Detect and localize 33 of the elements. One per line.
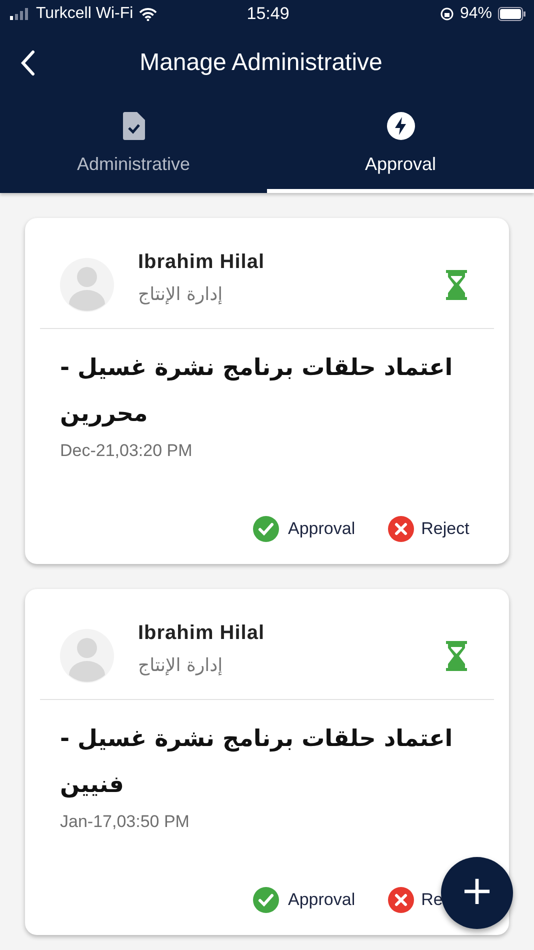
request-title: اعتماد حلقات برنامج نشرة غسيل - فنيين bbox=[59, 725, 454, 800]
request-title: اعتماد حلقات برنامج نشرة غسيل - محررين bbox=[59, 354, 454, 429]
screen-title: Manage Administrative bbox=[138, 49, 384, 77]
requester-name: Ibrahim Hilal bbox=[138, 622, 266, 645]
check-icon bbox=[253, 887, 279, 913]
rotation-lock-icon bbox=[440, 7, 454, 21]
close-icon bbox=[388, 516, 414, 542]
request-date: Dec-21,03:20 PM bbox=[59, 440, 194, 461]
reject-button[interactable]: Re bbox=[388, 887, 443, 913]
avatar-icon bbox=[60, 258, 114, 312]
avatar-icon bbox=[60, 629, 114, 683]
clock-time: 15:49 bbox=[246, 4, 290, 24]
hourglass-icon bbox=[446, 270, 467, 300]
check-icon bbox=[253, 516, 279, 542]
carrier-name: Turkcell Wi-Fi bbox=[36, 5, 134, 23]
tab[interactable]: Administrative bbox=[0, 98, 267, 193]
battery-icon bbox=[498, 7, 526, 21]
bolt-icon bbox=[386, 112, 414, 140]
hourglass-icon bbox=[446, 641, 467, 671]
department-name: إدارة الإنتاج bbox=[138, 284, 224, 305]
battery-percent: 94% bbox=[460, 5, 492, 23]
signal-icon bbox=[10, 8, 30, 20]
approve-button[interactable]: Approval bbox=[253, 887, 356, 913]
chevron-left-icon bbox=[20, 50, 36, 76]
reject-button[interactable]: Reject bbox=[388, 516, 470, 542]
close-icon bbox=[388, 887, 414, 913]
requester-name: Ibrahim Hilal bbox=[138, 251, 266, 274]
approve-button[interactable]: Approval bbox=[253, 516, 356, 542]
wifi-icon bbox=[139, 8, 158, 20]
document-check-icon bbox=[122, 112, 144, 140]
department-name: إدارة الإنتاج bbox=[138, 655, 224, 676]
tab[interactable]: Approval bbox=[267, 98, 534, 193]
request-date: Jan-17,03:50 PM bbox=[59, 811, 190, 832]
